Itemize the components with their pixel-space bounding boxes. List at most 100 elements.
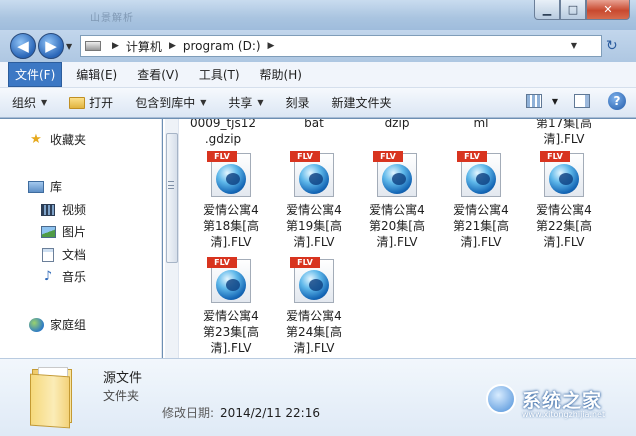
refresh-icon[interactable]: ↻ [606, 38, 618, 54]
organize-label: 组织 [12, 96, 37, 110]
list-item[interactable]: bat [273, 119, 355, 131]
music-note-icon: ♪ [43, 269, 53, 284]
change-view-icon[interactable] [525, 94, 542, 108]
command-bar: 组织 ▼ 打开 包含到库中 ▼ 共享 ▼ 刻录 新建文件夹 ▼ ? [0, 88, 636, 118]
nav-libraries-label: 库 [50, 180, 63, 194]
breadcrumb-separator[interactable]: ▶ [169, 41, 176, 51]
nav-music-label: 音乐 [62, 270, 87, 284]
picture-icon [40, 225, 56, 239]
flv-badge: FLV [373, 151, 403, 162]
forward-arrow-icon: ▶ [45, 37, 57, 55]
file-list: 0009_tjs12 .gdzip bat dzip ml 第17集[高 清].… [163, 119, 636, 358]
flv-file-icon: FLV [373, 151, 421, 199]
nav-documents-label: 文档 [62, 248, 87, 262]
flv-file-icon: FLV [290, 151, 338, 199]
menu-edit[interactable]: 编辑(E) [70, 63, 123, 86]
burn-button[interactable]: 刻录 [286, 94, 310, 111]
menu-tools[interactable]: 工具(T) [193, 63, 246, 86]
selected-item-type: 文件夹 [103, 389, 140, 403]
burn-label: 刻录 [285, 96, 310, 110]
file-item[interactable]: FLV 爱情公寓4 第19集[高 清].FLV [273, 151, 355, 250]
nav-documents[interactable]: 文档 [40, 246, 86, 263]
nav-homegroup-label: 家庭组 [50, 318, 87, 332]
address-bar[interactable]: ▶ 计算机 ▶ program (D:) ▶ ▼ [80, 35, 602, 57]
star-icon: ★ [30, 132, 42, 147]
recent-pages-dropdown[interactable]: ▼ [66, 42, 72, 51]
list-item[interactable]: ml [440, 119, 522, 131]
file-item[interactable]: FLV 爱情公寓4 第20集[高 清].FLV [356, 151, 438, 250]
file-item[interactable]: FLV 爱情公寓4 第21集[高 清].FLV [440, 151, 522, 250]
preview-pane-icon[interactable] [574, 94, 590, 108]
include-in-library-button[interactable]: 包含到库中 ▼ [135, 94, 206, 111]
flv-badge: FLV [290, 151, 320, 162]
modified-date: 修改日期: 2014/2/11 22:16 [162, 404, 320, 421]
minimize-button[interactable]: ▁ [534, 0, 560, 20]
breadcrumb-separator[interactable]: ▶ [268, 41, 275, 51]
chevron-down-icon: ▼ [41, 98, 48, 107]
nav-pictures[interactable]: 图片 [40, 223, 86, 240]
file-name: 爱情公寓4 第23集[高 清].FLV [203, 309, 259, 355]
nav-libraries[interactable]: 库 [28, 178, 62, 195]
nav-pictures-label: 图片 [62, 225, 87, 239]
share-button[interactable]: 共享 ▼ [228, 94, 263, 111]
share-label: 共享 [228, 96, 253, 110]
scrollbar-thumb[interactable] [166, 133, 178, 263]
new-folder-button[interactable]: 新建文件夹 [332, 94, 392, 111]
flv-badge: FLV [540, 151, 570, 162]
file-name: 爱情公寓4 第20集[高 清].FLV [369, 203, 425, 249]
file-name: 爱情公寓4 第21集[高 清].FLV [453, 203, 509, 249]
window-title: 山景解析 [90, 13, 134, 24]
help-icon[interactable]: ? [608, 92, 626, 110]
watermark-url: www.xitongzhijia.net [522, 410, 606, 419]
watermark-logo-icon [486, 384, 516, 414]
navigation-pane: ★ 收藏夹 库 视频 图片 文档 ♪ 音乐 家庭组 [0, 119, 162, 358]
breadcrumb-computer[interactable]: 计算机 [126, 38, 162, 55]
open-label: 打开 [89, 96, 114, 110]
file-item[interactable]: FLV 爱情公寓4 第22集[高 清].FLV [523, 151, 605, 250]
nav-favorites[interactable]: ★ 收藏夹 [28, 131, 86, 148]
document-icon [40, 247, 56, 262]
nav-videos[interactable]: 视频 [40, 201, 86, 218]
menu-view[interactable]: 查看(V) [131, 63, 185, 86]
list-item[interactable]: 第17集[高 清].FLV [523, 119, 605, 147]
nav-music[interactable]: ♪ 音乐 [40, 268, 86, 285]
view-options-dropdown[interactable]: ▼ [552, 97, 558, 106]
grip-icon [168, 181, 174, 189]
breadcrumb-drive[interactable]: program (D:) [183, 39, 261, 53]
nav-homegroup[interactable]: 家庭组 [28, 316, 86, 333]
flv-file-icon: FLV [207, 257, 255, 305]
new-folder-label: 新建文件夹 [331, 96, 392, 110]
address-row: ◀ ▶ ▼ ▶ 计算机 ▶ program (D:) ▶ ▼ ↻ [0, 30, 636, 62]
address-dropdown-icon[interactable]: ▼ [571, 41, 577, 50]
maximize-button[interactable]: □ [560, 0, 586, 20]
nav-videos-label: 视频 [62, 203, 87, 217]
vertical-scrollbar[interactable] [165, 119, 179, 358]
file-name: 爱情公寓4 第22集[高 清].FLV [536, 203, 592, 249]
list-item[interactable]: 0009_tjs12 .gdzip [182, 119, 264, 147]
file-name: 爱情公寓4 第24集[高 清].FLV [286, 309, 342, 355]
forward-button[interactable]: ▶ [38, 33, 64, 59]
file-item[interactable]: FLV 爱情公寓4 第23集[高 清].FLV [190, 257, 272, 356]
close-button[interactable]: ✕ [586, 0, 630, 20]
file-item[interactable]: FLV 爱情公寓4 第24集[高 清].FLV [273, 257, 355, 356]
breadcrumb-separator[interactable]: ▶ [112, 41, 119, 51]
flv-badge: FLV [290, 257, 320, 268]
flv-badge: FLV [207, 151, 237, 162]
selected-item-name: 源文件 [103, 371, 143, 386]
toolbar-right: ▼ ? [525, 92, 626, 110]
file-item[interactable]: FLV 爱情公寓4 第18集[高 清].FLV [190, 151, 272, 250]
flv-file-icon: FLV [540, 151, 588, 199]
folder-icon [30, 365, 76, 429]
back-button[interactable]: ◀ [10, 33, 36, 59]
menu-file[interactable]: 文件(F) [8, 62, 63, 87]
list-item[interactable]: dzip [356, 119, 438, 131]
nav-favorites-label: 收藏夹 [50, 133, 87, 147]
video-icon [40, 203, 56, 217]
open-button[interactable]: 打开 [69, 94, 113, 111]
modified-date-value: 2014/2/11 22:16 [220, 406, 320, 420]
menu-help[interactable]: 帮助(H) [254, 63, 308, 86]
watermark-text: 系统之家 [522, 389, 603, 412]
chevron-down-icon: ▼ [257, 98, 264, 107]
organize-button[interactable]: 组织 ▼ [12, 94, 47, 111]
back-arrow-icon: ◀ [17, 37, 29, 55]
